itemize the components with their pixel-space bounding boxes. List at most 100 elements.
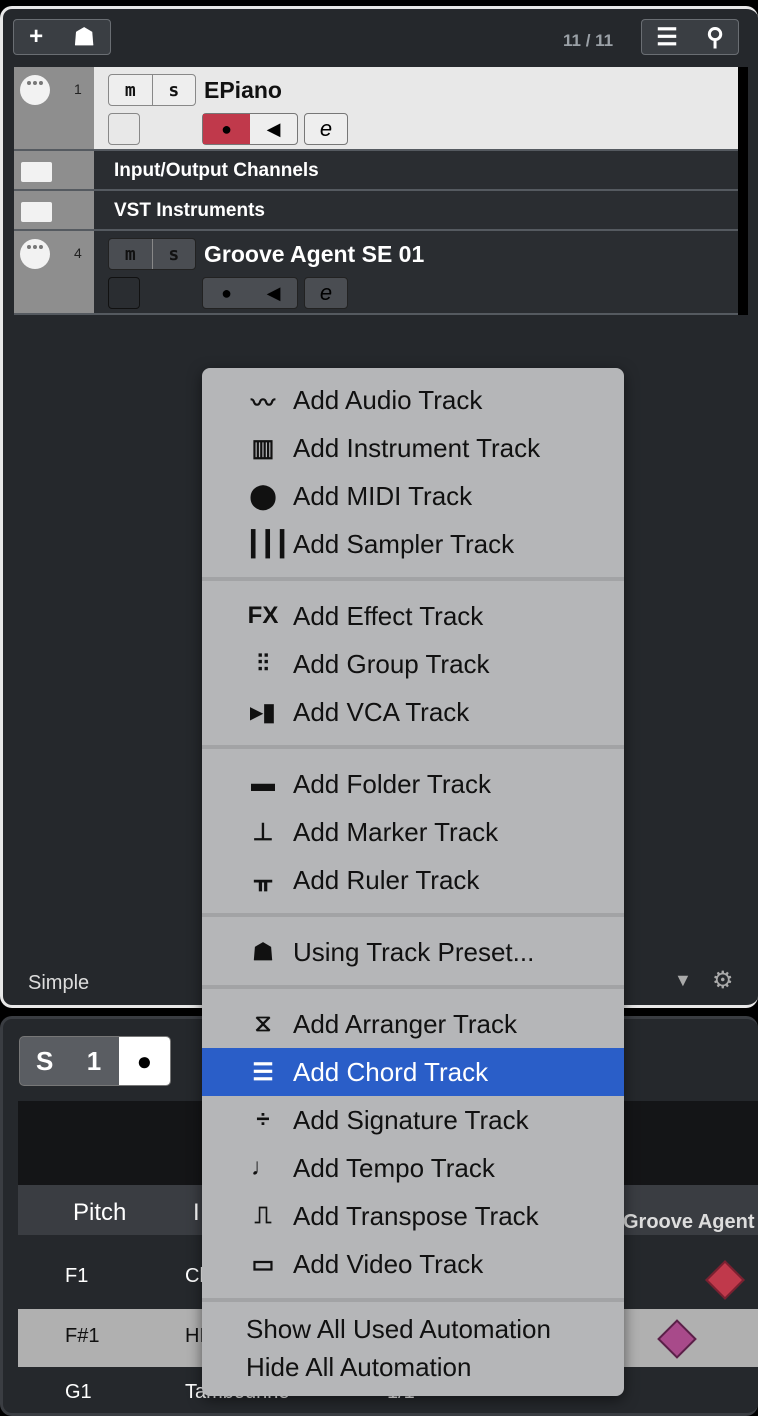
folder-icon [21,202,52,222]
monitor-button[interactable]: ◀ [250,114,297,144]
menu-separator [202,577,624,581]
track-checkbox[interactable] [108,113,140,145]
waveform-icon: 〰 [251,389,275,417]
track-scrollbar[interactable] [738,67,748,315]
row-pitch: G1 [65,1381,92,1403]
track-toolbar-right: ☰ ⚲ [641,19,739,55]
sampler-icon: ┃┃┃ [246,530,290,558]
menu-add-folder-track[interactable]: ▬ Add Folder Track [202,760,624,808]
track-preset-icon[interactable]: ☗ [73,23,95,52]
track-name[interactable]: EPiano [204,77,282,104]
menu-add-effect-track[interactable]: FX Add Effect Track [202,592,624,640]
menu-label: Add Group Track [293,648,490,679]
menu-add-audio-track[interactable]: 〰 Add Audio Track [202,376,624,424]
lane-track-label: Groove Agent S [623,1211,758,1233]
column-pitch[interactable]: Pitch [73,1199,126,1227]
vca-icon: ▸▮ [250,698,276,726]
folder-vst-instruments[interactable]: VST Instruments [14,191,748,231]
visibility-mode[interactable]: Simple [28,972,89,995]
list-icon[interactable]: ☰ [656,23,678,52]
menu-label: Add VCA Track [293,696,470,727]
menu-using-track-preset[interactable]: ☗ Using Track Preset... [202,928,624,976]
menu-show-all-used-automation[interactable]: Show All Used Automation [246,1314,551,1345]
gear-icon[interactable]: ⚙ [712,966,734,995]
note-icon: ♩ [251,1154,275,1181]
menu-separator [202,985,624,989]
track-number: 1 [74,81,82,97]
monitor-button[interactable]: ◀ [250,278,297,308]
editor-number-button[interactable]: 1 [69,1046,118,1077]
menu-label: Add Instrument Track [293,432,541,463]
solo-button[interactable]: s [153,239,196,269]
add-track-context-menu: 〰 Add Audio Track ▥ Add Instrument Track ⬤… [202,368,624,1396]
menu-label: Add Ruler Track [293,864,480,895]
menu-add-vca-track[interactable]: ▸▮ Add VCA Track [202,688,624,736]
menu-label: Add Marker Track [293,816,499,847]
track-groove-agent[interactable]: 4 ms Groove Agent SE 01 ● ◀ e [14,231,748,315]
menu-add-tempo-track[interactable]: ♩ Add Tempo Track [202,1144,624,1192]
arranger-icon: ⧖ [254,1010,272,1037]
record-icon[interactable]: ● [118,1037,170,1085]
chord-icon: ☰ [252,1058,274,1086]
track-checkbox[interactable] [108,277,140,309]
record-enable-button[interactable]: ● [203,114,250,144]
transpose-icon: ⎍ [254,1202,272,1229]
menu-add-group-track[interactable]: ⫶⫶ Add Group Track [202,640,624,688]
drum-note[interactable] [705,1260,745,1300]
menu-label: Add Effect Track [293,600,484,631]
plus-icon[interactable]: + [29,23,43,51]
search-icon[interactable]: ⚲ [706,23,724,52]
menu-label: Add Sampler Track [293,528,515,559]
folder-name: Input/Output Channels [114,160,319,181]
menu-add-midi-track[interactable]: ⬤ Add MIDI Track [202,472,624,520]
folder-io-channels[interactable]: Input/Output Channels [14,151,748,191]
record-enable-button[interactable]: ● [203,278,250,308]
track-preset-icon: ☗ [252,938,274,966]
midi-icon [20,239,50,269]
solo-button[interactable]: s [153,75,196,105]
folder-icon: ▬ [251,770,275,797]
solo-editor-button[interactable]: S [20,1046,69,1077]
signature-icon: ÷ [256,1106,270,1133]
menu-add-transpose-track[interactable]: ⎍ Add Transpose Track [202,1192,624,1240]
row-pitch: F1 [65,1265,89,1287]
menu-add-ruler-track[interactable]: ᚂ Add Ruler Track [202,856,624,904]
track-toolbar-left: + ☗ [13,19,111,55]
menu-label: Add MIDI Track [293,480,473,511]
menu-add-instrument-track[interactable]: ▥ Add Instrument Track [202,424,624,472]
mute-button[interactable]: m [109,239,153,269]
film-icon: ▭ [251,1250,275,1278]
menu-add-marker-track[interactable]: ⊥ Add Marker Track [202,808,624,856]
menu-label: Add Tempo Track [293,1152,495,1183]
marker-icon: ⊥ [252,818,274,846]
menu-hide-all-automation[interactable]: Hide All Automation [246,1352,471,1383]
dropdown-arrow-icon[interactable]: ▼ [674,970,692,991]
menu-add-arranger-track[interactable]: ⧖ Add Arranger Track [202,1000,624,1048]
track-name[interactable]: Groove Agent SE 01 [204,241,424,268]
row-pitch: F#1 [65,1325,100,1347]
piano-keys-icon: ▥ [251,434,275,462]
menu-label: Add Folder Track [293,768,491,799]
track-count: 11 / 11 [563,31,614,50]
menu-add-signature-track[interactable]: ÷ Add Signature Track [202,1096,624,1144]
menu-label: Add Arranger Track [293,1008,517,1039]
folder-icon [21,162,52,182]
ruler-icon: ᚂ [254,866,272,894]
midi-icon: ⬤ [249,482,277,510]
menu-add-video-track[interactable]: ▭ Add Video Track [202,1240,624,1288]
edit-instrument-button[interactable]: e [304,277,348,309]
menu-label: Add Chord Track [293,1056,489,1087]
folder-name: VST Instruments [114,200,265,221]
edit-instrument-button[interactable]: e [304,113,348,145]
menu-add-chord-track[interactable]: ☰ Add Chord Track [202,1048,624,1096]
group-faders-icon: ⫶⫶ [257,650,269,677]
menu-add-sampler-track[interactable]: ┃┃┃ Add Sampler Track [202,520,624,568]
track-epiano[interactable]: 1 ms EPiano ● ◀ e [14,67,748,151]
menu-label: Add Signature Track [293,1104,529,1135]
mute-button[interactable]: m [109,75,153,105]
menu-label: Add Video Track [293,1248,484,1279]
column-instrument[interactable]: I [193,1199,200,1227]
menu-label: Using Track Preset... [293,936,535,967]
menu-separator [202,745,624,749]
menu-label: Add Audio Track [293,384,483,415]
